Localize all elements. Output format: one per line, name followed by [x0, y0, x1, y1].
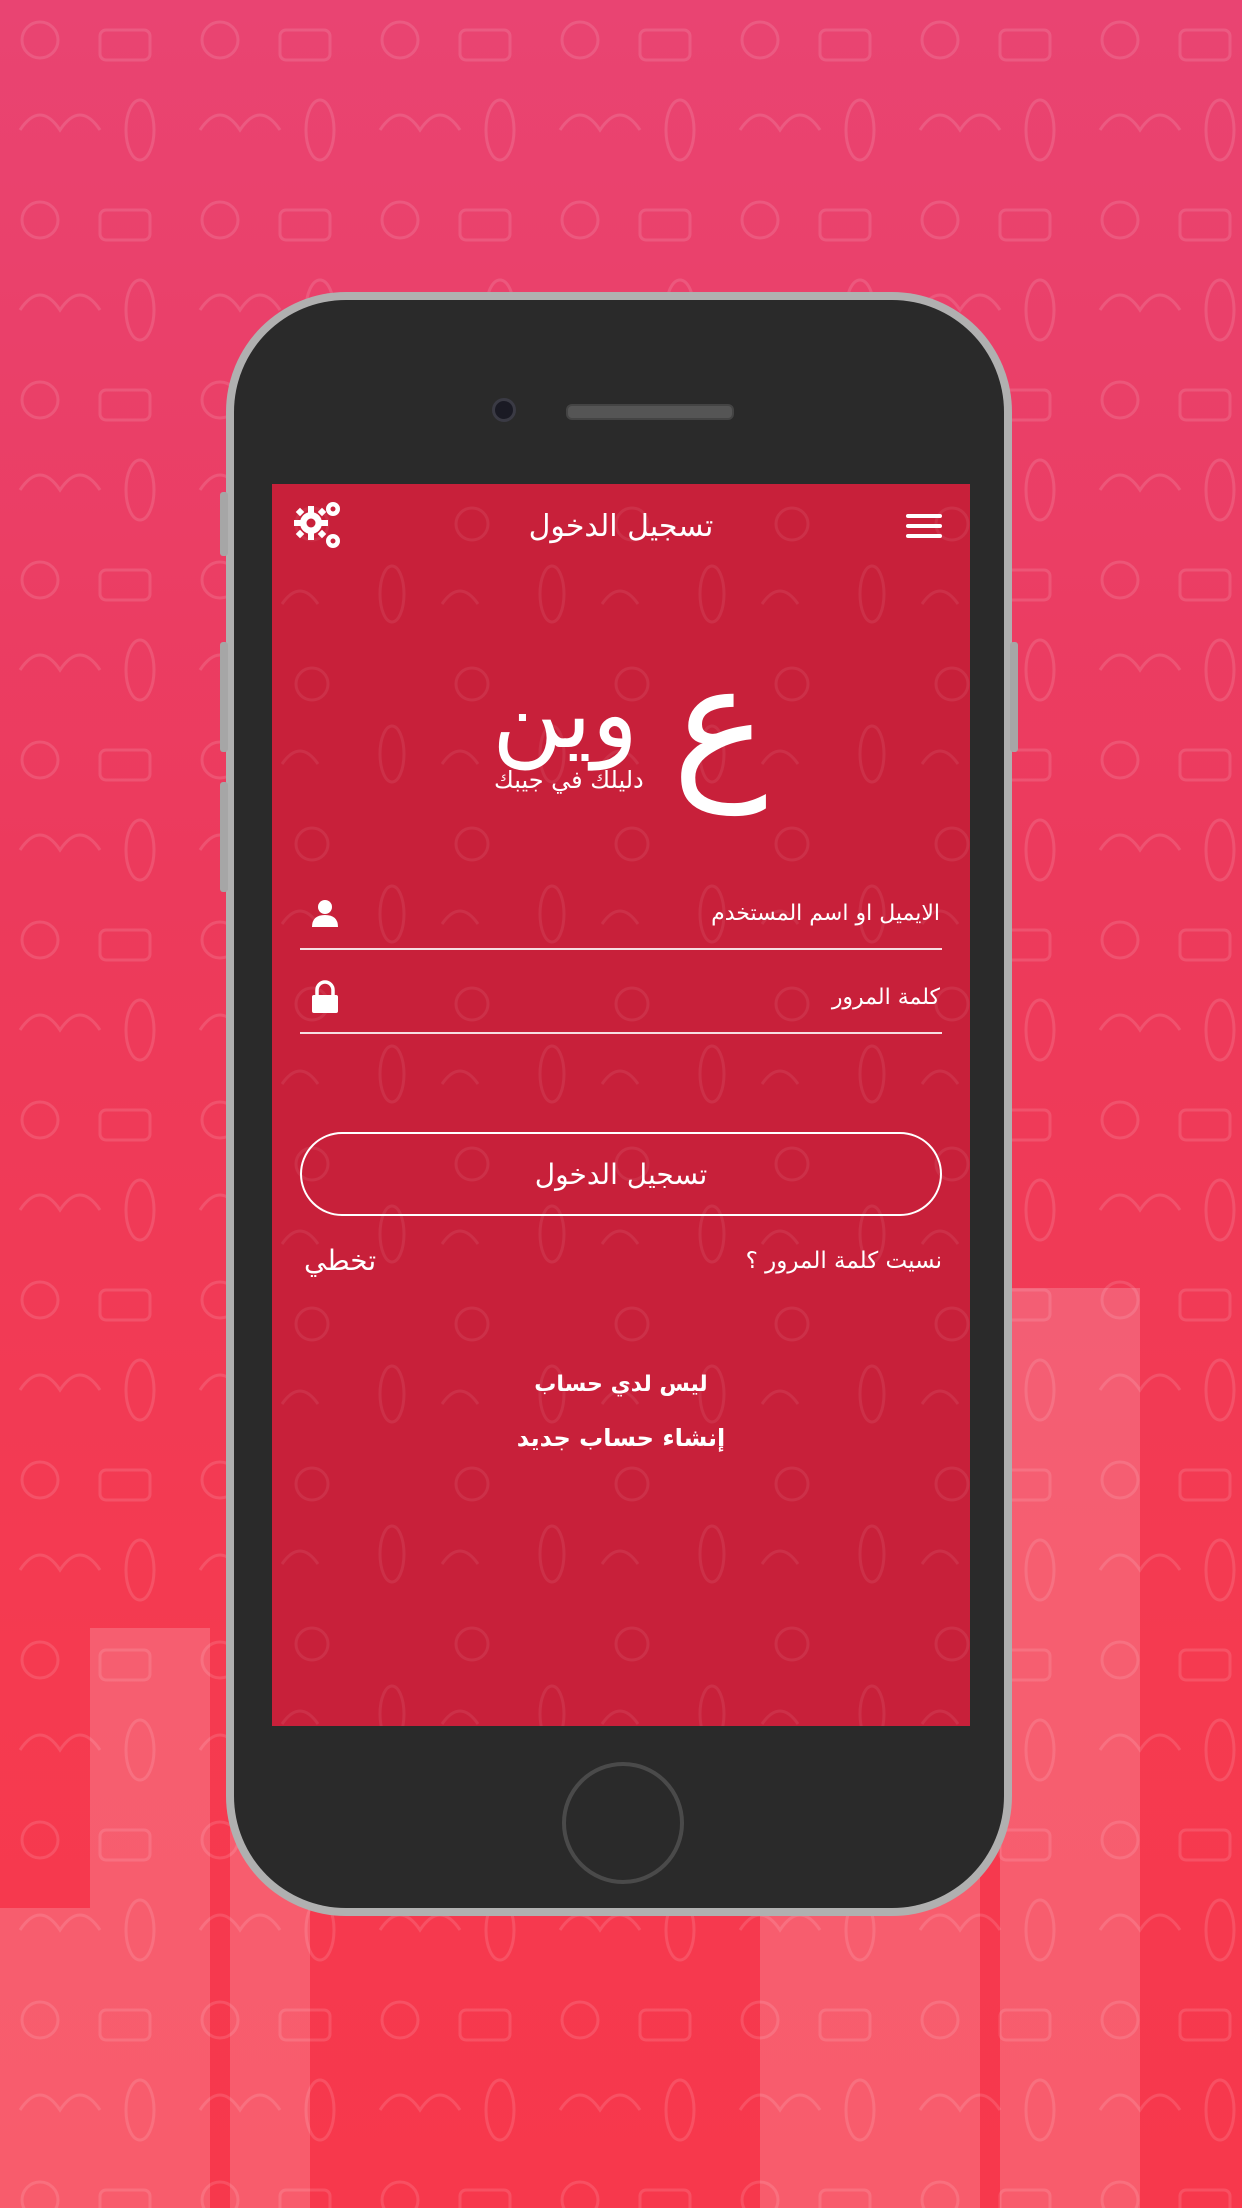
- logo-tagline: دليلك في جيبك: [494, 766, 644, 794]
- password-field: [300, 962, 942, 1034]
- lock-icon: [300, 980, 350, 1014]
- no-account-text: ليس لدي حساب: [534, 1372, 708, 1397]
- menu-button[interactable]: [896, 498, 952, 554]
- gears-icon: [294, 502, 340, 548]
- phone-frame: تسجيل الدخول وين ع دليلك في جيبك الايميل…: [220, 292, 1018, 1916]
- hamburger-menu-icon: [905, 508, 942, 544]
- login-button[interactable]: تسجيل الدخول: [300, 1132, 942, 1216]
- home-button[interactable]: [562, 1762, 684, 1884]
- forgot-password-link[interactable]: نسيت كلمة المرور ؟: [746, 1248, 942, 1274]
- password-input[interactable]: [378, 983, 942, 1011]
- front-camera: [492, 398, 516, 422]
- top-bar: تسجيل الدخول: [272, 484, 970, 568]
- page-title: تسجيل الدخول: [528, 508, 714, 544]
- user-icon: [300, 898, 350, 928]
- phone-volume-down: [220, 782, 228, 892]
- phone-volume-up: [220, 642, 228, 752]
- create-account-link[interactable]: إنشاء حساب جديد: [272, 1424, 970, 1452]
- logo-word: وين: [492, 658, 639, 770]
- phone-side-button: [220, 492, 228, 556]
- logo-letter: ع: [672, 628, 768, 815]
- skip-link[interactable]: تخطي: [304, 1244, 376, 1277]
- username-input[interactable]: [378, 899, 942, 927]
- app-screen: تسجيل الدخول وين ع دليلك في جيبك الايميل…: [272, 484, 970, 1726]
- app-logo: وين ع دليلك في جيبك: [272, 642, 970, 814]
- phone-power-button: [1010, 642, 1018, 752]
- username-field: [300, 878, 942, 950]
- settings-button[interactable]: [290, 498, 346, 554]
- earpiece-speaker: [566, 404, 734, 420]
